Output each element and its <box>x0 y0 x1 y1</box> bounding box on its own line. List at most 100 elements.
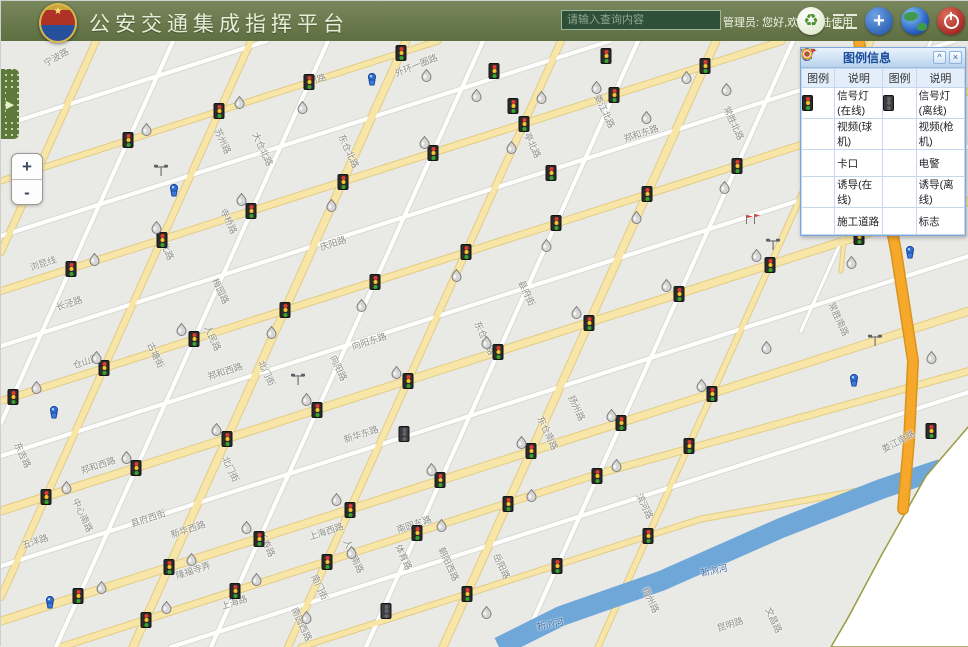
marker-signal-on[interactable] <box>73 588 84 604</box>
marker-signal-on[interactable] <box>643 528 654 544</box>
legend-label: 视频(球机) <box>835 119 883 150</box>
header-icon-bar: ♻ + <box>797 5 965 37</box>
legend-column-header: 说明 <box>835 69 883 88</box>
legend-label: 视频(枪机) <box>916 119 964 150</box>
marker-signal-on[interactable] <box>246 203 257 219</box>
marker-signal-on[interactable] <box>312 402 323 418</box>
marker-signal-on[interactable] <box>280 302 291 318</box>
marker-signal-on[interactable] <box>396 45 407 61</box>
legend-icon-construction <box>802 208 835 235</box>
legend-icon-sign <box>883 208 916 235</box>
globe-icon[interactable] <box>901 7 929 35</box>
legend-row: 施工道路 标志 <box>802 208 965 235</box>
marker-signal-on[interactable] <box>503 496 514 512</box>
legend-close-button[interactable]: × <box>949 51 962 64</box>
marker-signal-on[interactable] <box>584 315 595 331</box>
legend-label: 标志 <box>916 208 964 235</box>
marker-signal-on[interactable] <box>254 531 265 547</box>
expand-arrow-icon: ▶ <box>6 90 14 119</box>
marker-signal-on[interactable] <box>546 165 557 181</box>
marker-signal-on[interactable] <box>674 286 685 302</box>
legend-icon-dome <box>802 119 835 150</box>
marker-signal-on[interactable] <box>66 261 77 277</box>
zoom-in-button[interactable]: + <box>12 154 42 180</box>
marker-signal-on[interactable] <box>214 103 225 119</box>
marker-signal-on[interactable] <box>489 63 500 79</box>
app-header: ★ 公安交通集成指挥平台 管理员: 您好,欢迎登陆使用 ♻ + <box>1 1 968 41</box>
map-canvas[interactable]: 宁波路州路外环一圈路苏州路大仓北路东仓北路东亭北路娄江北路郑和东路常胜北路寺桥路… <box>1 41 968 647</box>
legend-column-header: 图例 <box>883 69 916 88</box>
marker-signal-on[interactable] <box>189 331 200 347</box>
legend-label: 施工道路 <box>835 208 883 235</box>
legend-table: 图例说明图例说明信号灯(在线)信号灯(离线)视频(球机)视频(枪机)卡口电警诱导… <box>801 68 965 235</box>
marker-signal-on[interactable] <box>123 132 134 148</box>
marker-signal-off[interactable] <box>381 603 392 619</box>
legend-label: 卡口 <box>835 150 883 177</box>
marker-signal-on[interactable] <box>322 554 333 570</box>
map-tiles-icon[interactable] <box>833 9 857 33</box>
marker-signal-off[interactable] <box>399 426 410 442</box>
legend-icon-guide-off <box>883 177 916 208</box>
marker-signal-on[interactable] <box>403 373 414 389</box>
legend-header: 图例信息 ^ × <box>801 48 965 68</box>
marker-signal-on[interactable] <box>609 87 620 103</box>
add-icon[interactable]: + <box>865 7 893 35</box>
marker-signal-on[interactable] <box>508 98 519 114</box>
legend-icon-gun <box>883 119 916 150</box>
legend-label: 信号灯(在线) <box>835 88 883 119</box>
marker-signal-on[interactable] <box>493 344 504 360</box>
zoom-out-button[interactable]: - <box>12 180 42 205</box>
legend-label: 诱导(离线) <box>916 177 964 208</box>
marker-signal-on[interactable] <box>732 158 743 174</box>
power-icon[interactable] <box>937 7 965 35</box>
marker-signal-on[interactable] <box>765 257 776 273</box>
marker-signal-on[interactable] <box>370 274 381 290</box>
search-input[interactable] <box>561 10 721 30</box>
marker-signal-on[interactable] <box>526 443 537 459</box>
police-badge-logo: ★ <box>39 3 77 43</box>
marker-signal-on[interactable] <box>926 423 937 439</box>
marker-signal-on[interactable] <box>164 559 175 575</box>
marker-signal-on[interactable] <box>592 468 603 484</box>
marker-signal-on[interactable] <box>131 460 142 476</box>
marker-signal-on[interactable] <box>616 415 627 431</box>
legend-column-header: 说明 <box>916 69 964 88</box>
legend-icon-signal-on <box>802 88 835 119</box>
marker-signal-on[interactable] <box>684 438 695 454</box>
refresh-icon[interactable]: ♻ <box>797 7 825 35</box>
marker-signal-on[interactable] <box>230 583 241 599</box>
marker-signal-on[interactable] <box>412 525 423 541</box>
marker-signal-on[interactable] <box>601 48 612 64</box>
marker-signal-on[interactable] <box>700 58 711 74</box>
marker-signal-on[interactable] <box>642 186 653 202</box>
sidebar-panel-toggle[interactable]: ▶ <box>1 69 19 139</box>
legend-icon-checkpoint <box>802 150 835 177</box>
marker-signal-on[interactable] <box>338 174 349 190</box>
legend-column-header: 图例 <box>802 69 835 88</box>
marker-signal-on[interactable] <box>304 74 315 90</box>
marker-signal-on[interactable] <box>707 386 718 402</box>
legend-row: 信号灯(在线)信号灯(离线) <box>802 88 965 119</box>
marker-signal-on[interactable] <box>157 232 168 248</box>
legend-title: 图例信息 <box>801 49 933 66</box>
marker-signal-on[interactable] <box>552 558 563 574</box>
marker-signal-on[interactable] <box>462 586 473 602</box>
legend-label: 电警 <box>916 150 964 177</box>
marker-signal-on[interactable] <box>551 215 562 231</box>
marker-signal-on[interactable] <box>519 116 530 132</box>
unmapped-area <box>831 426 968 647</box>
marker-signal-on[interactable] <box>41 489 52 505</box>
legend-row: 视频(球机) 视频(枪机) <box>802 119 965 150</box>
legend-icon-signal-off <box>883 88 916 119</box>
legend-icon-guide-on <box>802 177 835 208</box>
marker-signal-on[interactable] <box>345 502 356 518</box>
marker-signal-on[interactable] <box>141 612 152 628</box>
marker-signal-on[interactable] <box>461 244 472 260</box>
marker-signal-on[interactable] <box>8 389 19 405</box>
legend-row: 诱导(在线) 诱导(离线) <box>802 177 965 208</box>
legend-label: 诱导(在线) <box>835 177 883 208</box>
legend-row: 卡口 电警 <box>802 150 965 177</box>
legend-collapse-button[interactable]: ^ <box>933 51 946 64</box>
marker-signal-on[interactable] <box>222 431 233 447</box>
page-title: 公安交通集成指挥平台 <box>89 8 349 38</box>
